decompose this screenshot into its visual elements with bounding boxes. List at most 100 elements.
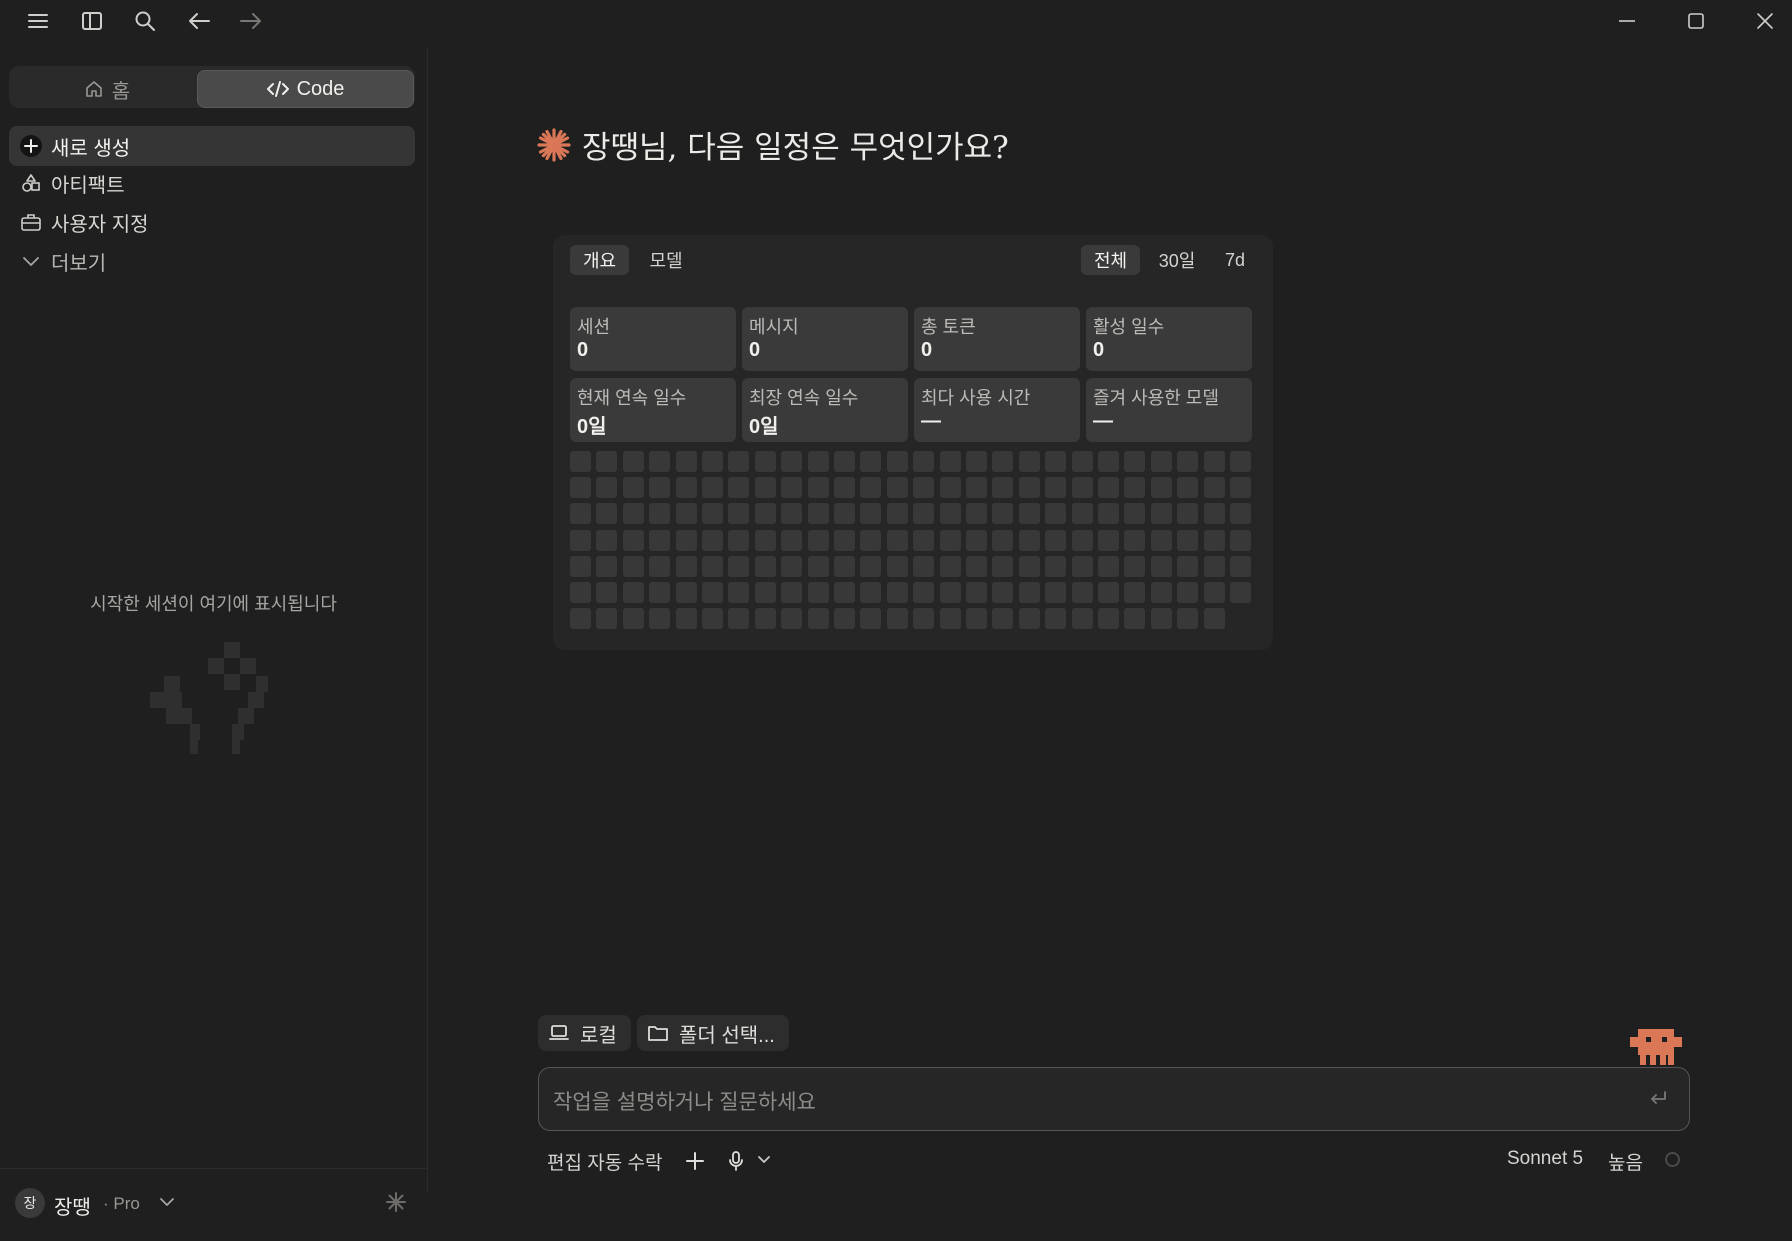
- microphone-icon[interactable]: [726, 1150, 746, 1172]
- sidebar-item-more[interactable]: 더보기: [9, 241, 415, 281]
- heatmap-cell: [781, 477, 803, 499]
- maximize-icon[interactable]: [1679, 6, 1713, 36]
- heatmap-cell: [913, 555, 935, 577]
- stat-value: 0: [749, 339, 761, 361]
- heatmap-cell: [913, 608, 935, 630]
- heatmap-cell: [1203, 582, 1225, 603]
- heatmap-cell: [570, 582, 591, 603]
- heatmap-cell: [675, 503, 697, 525]
- heatmap-cell: [913, 529, 935, 551]
- heatmap-cell: [702, 477, 723, 499]
- mode-home-button[interactable]: 홈: [13, 70, 201, 108]
- heatmap-cell: [728, 529, 750, 551]
- context-usage-indicator[interactable]: [1665, 1152, 1680, 1167]
- chevron-down-icon[interactable]: [158, 1195, 176, 1209]
- heatmap-cell: [649, 529, 671, 551]
- heatmap-cell: [860, 503, 882, 525]
- home-icon: [84, 79, 104, 99]
- stat-value: 0일: [577, 416, 607, 438]
- close-icon[interactable]: [1748, 6, 1782, 36]
- heatmap-cell: [1203, 608, 1225, 630]
- heatmap-cell: [1177, 529, 1199, 551]
- heatmap-cell: [1177, 477, 1199, 499]
- forward-arrow-icon[interactable]: [234, 6, 268, 36]
- sidebar-toggle-icon[interactable]: [75, 6, 109, 36]
- user-account[interactable]: 장 장땡 · Pro: [0, 1168, 427, 1241]
- heatmap-cell: [966, 503, 987, 525]
- heatmap-cell: [1203, 503, 1225, 525]
- back-arrow-icon[interactable]: [182, 6, 216, 36]
- prompt-input[interactable]: 작업을 설명하거나 질문하세요: [538, 1067, 1690, 1131]
- heatmap-cell: [781, 608, 803, 630]
- auto-accept-edits-toggle[interactable]: 편집 자동 수락: [547, 1148, 662, 1175]
- heatmap-cell: [1150, 477, 1172, 499]
- heatmap-cell: [1230, 582, 1251, 603]
- minimize-icon[interactable]: [1610, 6, 1644, 36]
- heatmap-cell: [939, 477, 961, 499]
- stat-value: 0: [577, 339, 589, 361]
- heatmap-cell: [1230, 477, 1251, 499]
- menu-icon[interactable]: [21, 6, 55, 36]
- heatmap-cell: [1018, 555, 1040, 577]
- claude-starburst-icon: [536, 127, 572, 163]
- sidebar-item-label: 아티팩트: [51, 174, 125, 197]
- heatmap-cell: [675, 529, 697, 551]
- heatmap-cell: [1098, 555, 1119, 577]
- heatmap-cell: [675, 451, 697, 472]
- heatmap-cell: [913, 582, 935, 603]
- heatmap-cell: [860, 582, 882, 603]
- mode-code-button[interactable]: Code: [197, 70, 414, 108]
- heatmap-cell: [1230, 529, 1251, 551]
- sidebar-item-customize[interactable]: 사용자 지정: [9, 202, 415, 242]
- chevron-down-icon[interactable]: [756, 1154, 772, 1166]
- tab-overview[interactable]: 개요: [570, 245, 629, 275]
- heatmap-cell: [1124, 608, 1146, 630]
- heatmap-cell: [622, 608, 644, 630]
- heatmap-cell: [1071, 555, 1093, 577]
- heatmap-cell: [1124, 529, 1146, 551]
- add-icon[interactable]: [684, 1150, 706, 1172]
- sidebar-item-artifacts[interactable]: 아티팩트: [9, 163, 415, 203]
- heatmap-cell: [1071, 477, 1093, 499]
- heatmap-cell: [570, 503, 591, 525]
- range-7d[interactable]: 7d: [1212, 245, 1258, 275]
- heatmap-cell: [1071, 608, 1093, 630]
- folder-select-chip[interactable]: 폴더 선택...: [637, 1015, 789, 1051]
- stat-label: 총 토큰: [921, 317, 976, 337]
- heatmap-cell: [1018, 451, 1040, 472]
- heatmap-cell: [834, 529, 855, 551]
- heatmap-cell: [1045, 555, 1067, 577]
- stat-value: —: [1093, 410, 1113, 432]
- heatmap-cell: [966, 477, 987, 499]
- heatmap-cell: [1177, 503, 1199, 525]
- settings-sparkle-icon[interactable]: [385, 1191, 407, 1213]
- sidebar-item-new[interactable]: 새로 생성: [9, 126, 415, 166]
- folder-label: 폴더 선택...: [679, 1024, 775, 1047]
- local-chip[interactable]: 로컬: [538, 1015, 631, 1051]
- range-30d[interactable]: 30일: [1150, 245, 1204, 275]
- range-all[interactable]: 전체: [1081, 245, 1140, 275]
- heatmap-cell: [1018, 503, 1040, 525]
- heatmap-cell: [1071, 503, 1093, 525]
- model-selector[interactable]: Sonnet 5: [1507, 1148, 1583, 1170]
- heatmap-cell: [1230, 555, 1251, 577]
- heatmap-cell: [913, 477, 935, 499]
- effort-selector[interactable]: 높음: [1608, 1148, 1643, 1175]
- heatmap-cell: [675, 477, 697, 499]
- heatmap-cell: [649, 555, 671, 577]
- heatmap-cell: [1098, 529, 1119, 551]
- heatmap-cell: [807, 608, 829, 630]
- heatmap-cell: [992, 582, 1014, 603]
- heatmap-cell: [1177, 451, 1199, 472]
- search-icon[interactable]: [128, 6, 162, 36]
- heatmap-cell: [1018, 529, 1040, 551]
- stat-label: 메시지: [749, 317, 799, 337]
- heatmap-cell: [1150, 529, 1172, 551]
- heatmap-cell: [1045, 503, 1067, 525]
- heatmap-cell: [992, 503, 1014, 525]
- tab-models[interactable]: 모델: [639, 245, 693, 275]
- heatmap-cell: [939, 529, 961, 551]
- enter-icon[interactable]: [1647, 1088, 1669, 1108]
- heatmap-cell: [886, 503, 908, 525]
- heatmap-cell: [966, 555, 987, 577]
